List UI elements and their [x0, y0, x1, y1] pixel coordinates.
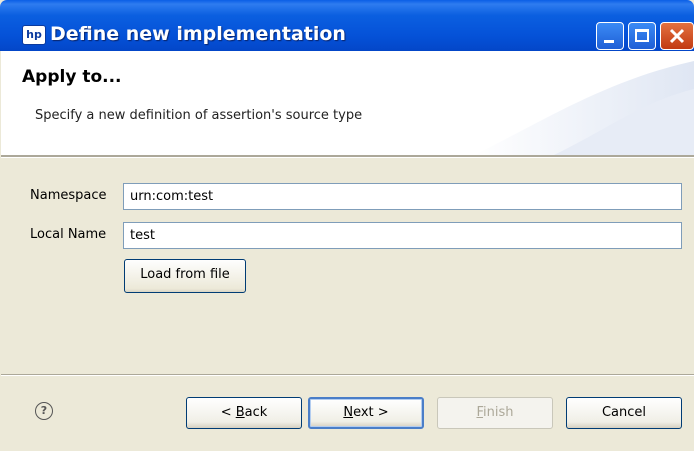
page-title: Apply to... [22, 67, 122, 87]
dialog-window: hp Define new implementation Apply to...… [0, 0, 694, 451]
back-prefix: < [220, 405, 236, 420]
local-name-input[interactable]: test [123, 222, 682, 249]
page-description: Specify a new definition of assertion's … [35, 108, 363, 123]
close-button[interactable] [660, 22, 694, 50]
local-name-label: Local Name [30, 227, 107, 242]
back-mnemonic: B [235, 405, 245, 420]
close-icon [669, 28, 685, 44]
minimize-button[interactable] [596, 22, 624, 50]
title-bar[interactable]: hp Define new implementation [0, 0, 694, 51]
namespace-input[interactable]: urn:com:test [123, 183, 682, 210]
namespace-label: Namespace [30, 188, 107, 203]
minimize-icon [604, 40, 614, 43]
wizard-header: Apply to... Specify a new definition of … [1, 51, 694, 155]
header-divider [1, 155, 694, 158]
next-mnemonic: N [343, 405, 354, 420]
load-from-file-button[interactable]: Load from file [124, 259, 246, 293]
next-label: ext > [353, 405, 389, 420]
footer-divider [1, 374, 694, 376]
back-label: ack [244, 405, 268, 420]
window-title: Define new implementation [50, 23, 346, 45]
app-logo-icon: hp [22, 25, 46, 45]
finish-button[interactable]: Finish [437, 397, 553, 429]
maximize-icon [635, 29, 649, 42]
help-icon[interactable]: ? [35, 402, 53, 420]
header-decoration [474, 61, 694, 155]
finish-label: inish [483, 405, 514, 420]
next-button[interactable]: Next > [308, 397, 424, 429]
cancel-button[interactable]: Cancel [566, 397, 682, 429]
back-button[interactable]: < Back [186, 397, 302, 429]
maximize-button[interactable] [628, 22, 656, 50]
